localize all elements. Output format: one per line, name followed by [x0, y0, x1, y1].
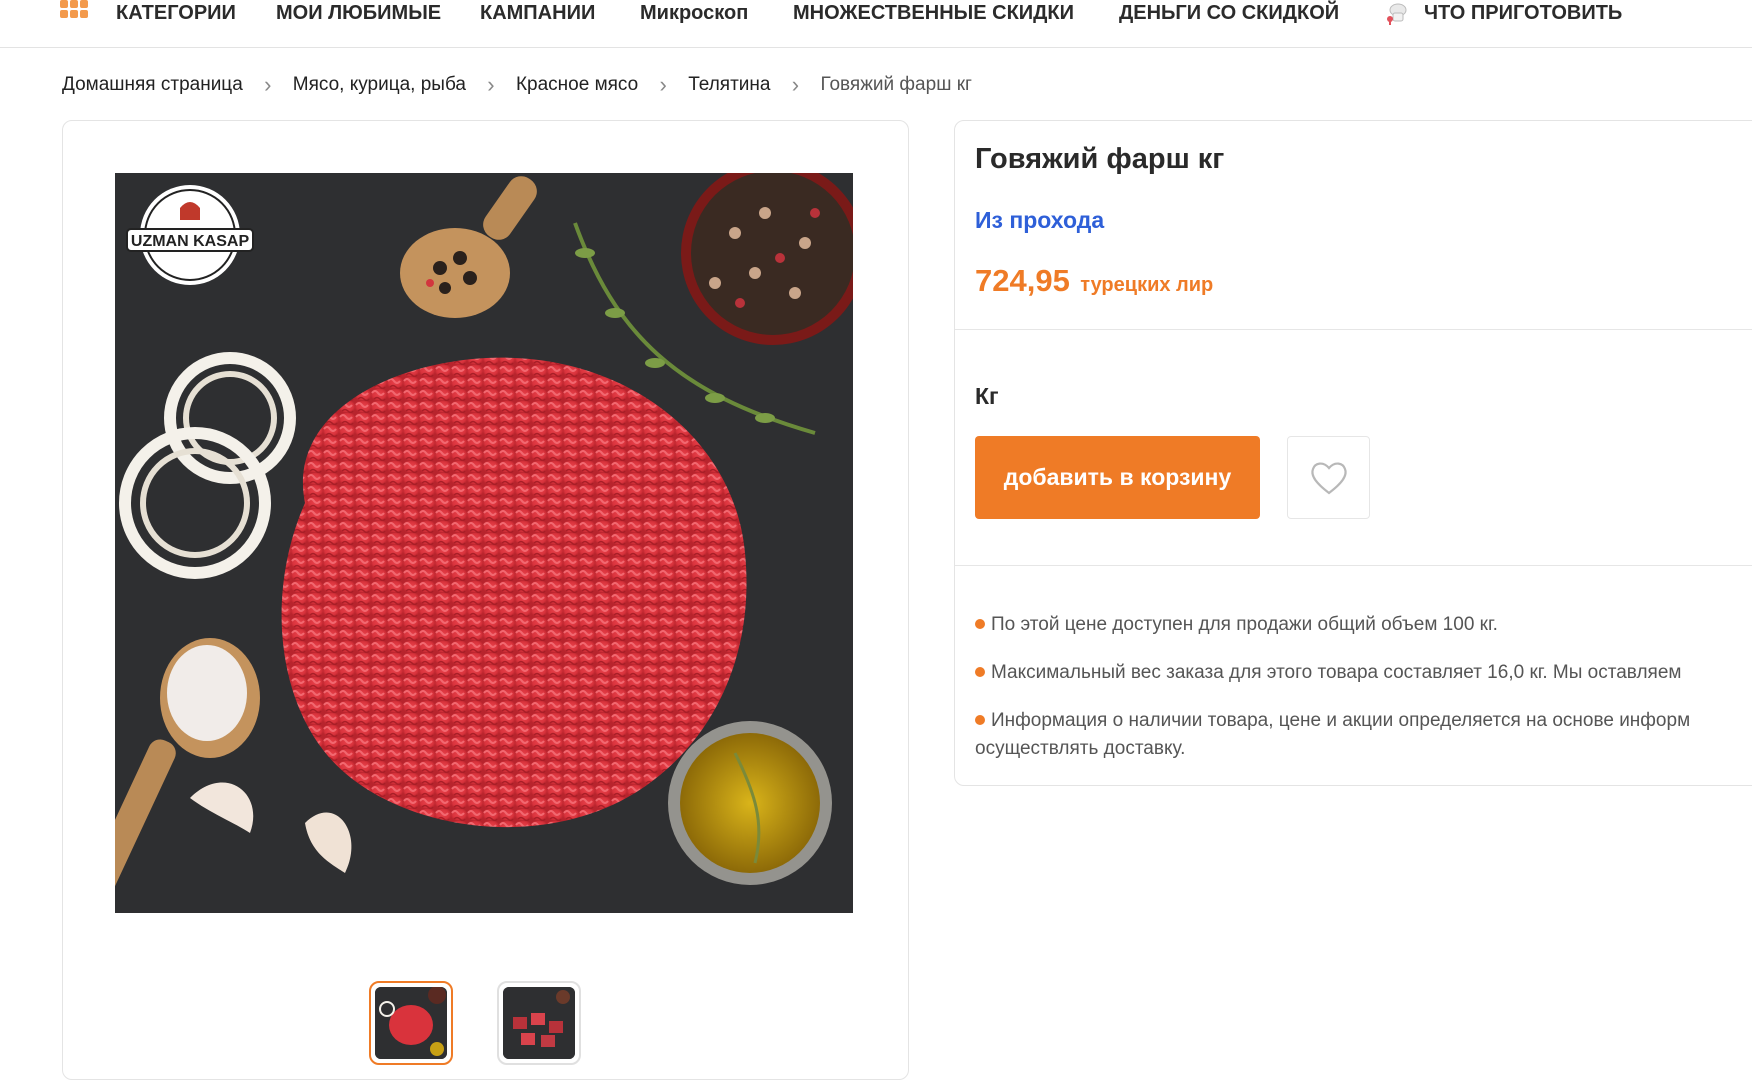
- breadcrumb-red-meat[interactable]: Красное мясо: [516, 74, 638, 96]
- divider: [955, 329, 1752, 330]
- nav-what-to-cook[interactable]: ЧТО ПРИГОТОВИТЬ: [1424, 0, 1622, 26]
- breadcrumb-veal[interactable]: Телятина: [688, 74, 770, 96]
- categories-grid-icon[interactable]: [60, 0, 90, 22]
- nav-microscope[interactable]: Микроскоп: [640, 0, 748, 26]
- bullet-dot-icon: [975, 715, 985, 725]
- breadcrumb-home[interactable]: Домашняя страница: [62, 74, 243, 96]
- chef-hat-icon: [1387, 3, 1407, 25]
- nav-campaigns[interactable]: КАМПАНИИ: [480, 0, 595, 26]
- seller-link[interactable]: Из прохода: [975, 207, 1104, 234]
- breadcrumb-meat-chicken-fish[interactable]: Мясо, курица, рыба: [293, 74, 466, 96]
- nav-multiple-discounts[interactable]: МНОЖЕСТВЕННЫЕ СКИДКИ: [793, 0, 1074, 26]
- chevron-right-icon: ›: [791, 72, 800, 97]
- product-gallery: UZMAN KASAP: [62, 120, 909, 1080]
- product-title: Говяжий фарш кг: [975, 143, 1225, 175]
- chevron-right-icon: ›: [487, 72, 495, 97]
- logo-text: UZMAN KASAP: [131, 233, 250, 250]
- chevron-right-icon: ›: [264, 72, 272, 97]
- add-to-cart-button[interactable]: добавить в корзину: [975, 436, 1260, 519]
- thumbnail-diced-beef[interactable]: [497, 981, 581, 1065]
- bullet-dot-icon: [975, 619, 985, 629]
- top-navigation: КАТЕГОРИИ МОИ ЛЮБИМЫЕ КАМПАНИИ Микроскоп…: [0, 0, 1752, 48]
- product-info-card: Говяжий фарш кг Из прохода 724,95 турецк…: [954, 120, 1752, 786]
- bullet-dot-icon: [975, 667, 985, 677]
- price-value: 724,95: [975, 263, 1070, 298]
- breadcrumb-current: Говяжий фарш кг: [820, 74, 972, 95]
- nav-discount-money[interactable]: ДЕНЬГИ СО СКИДКОЙ: [1119, 0, 1339, 26]
- heart-icon: [1310, 462, 1347, 494]
- breadcrumb: Домашняя страница › Мясо, курица, рыба ›…: [62, 72, 972, 98]
- product-notes: По этой цене доступен для продажи общий …: [975, 611, 1752, 783]
- favorite-button[interactable]: [1287, 436, 1370, 519]
- chevron-right-icon: ›: [659, 72, 667, 97]
- nav-categories[interactable]: КАТЕГОРИИ: [116, 0, 236, 26]
- price-currency: турецких лир: [1080, 274, 1214, 296]
- price: 724,95 турецких лир: [975, 263, 1213, 299]
- nav-favorites[interactable]: МОИ ЛЮБИМЫЕ: [276, 0, 441, 26]
- divider: [955, 565, 1752, 566]
- unit-label: Кг: [975, 383, 999, 409]
- note-item: Максимальный вес заказа для этого товара…: [975, 659, 1752, 687]
- note-item: По этой цене доступен для продажи общий …: [975, 611, 1752, 639]
- thumbnail-minced-beef[interactable]: [369, 981, 453, 1065]
- product-main-image[interactable]: UZMAN KASAP: [115, 173, 853, 913]
- note-item: Информация о наличии товара, цене и акци…: [975, 710, 1691, 759]
